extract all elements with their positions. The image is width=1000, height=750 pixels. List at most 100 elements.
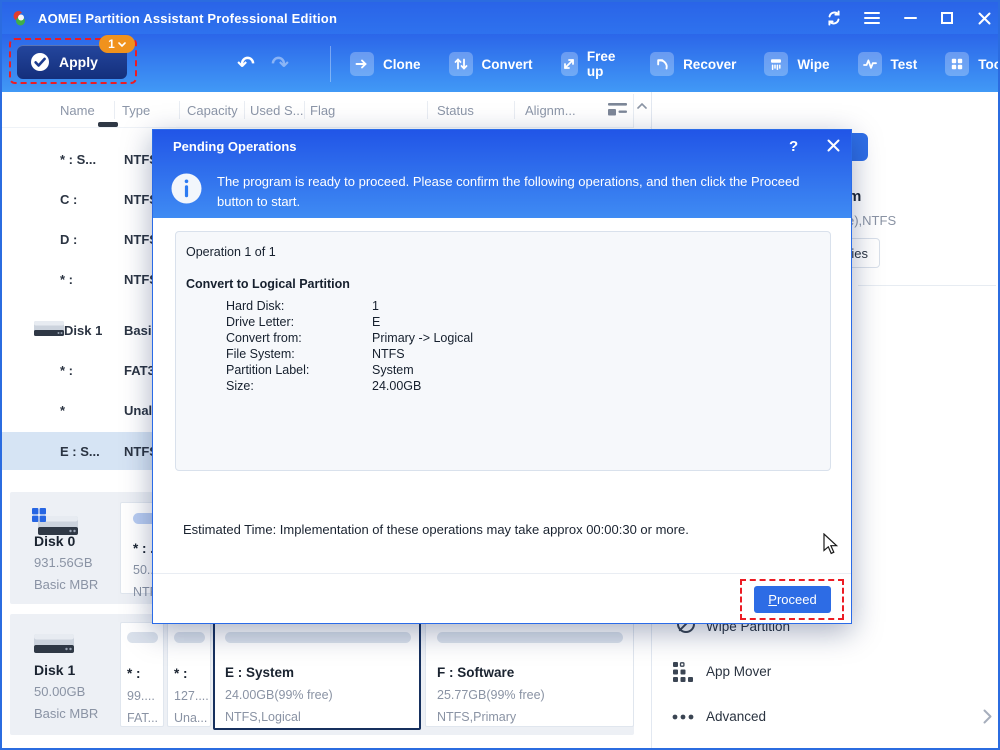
title-bar: AOMEI Partition Assistant Professional E…	[2, 2, 998, 34]
partition-name: * : .	[133, 541, 155, 556]
dialog-title: Pending Operations	[173, 139, 297, 154]
table-header: Name Type Capacity Used S... Flag Status…	[2, 92, 651, 128]
partition-block[interactable]: F : Software 25.77GB(99% free) NTFS,Prim…	[425, 622, 634, 727]
test-button[interactable]: Test	[857, 52, 918, 76]
menu-icon[interactable]	[859, 7, 885, 29]
field-value: NTFS	[372, 347, 405, 361]
row-name: * :	[60, 363, 73, 378]
partition-block[interactable]: * : 127.... Una...	[167, 622, 211, 727]
check-icon	[31, 53, 49, 71]
proceed-label-rest: roceed	[776, 592, 817, 607]
recover-icon	[650, 52, 675, 76]
test-icon	[857, 52, 882, 76]
apply-badge[interactable]: 1	[99, 35, 135, 53]
clone-button[interactable]: Clone	[350, 52, 421, 76]
tools-button[interactable]: Tools	[945, 52, 998, 76]
column-capacity[interactable]: Capacity	[187, 103, 238, 118]
disk-name: Disk 1	[34, 662, 76, 678]
partition-size: 99....	[127, 689, 155, 703]
refresh-icon[interactable]	[821, 7, 847, 29]
operations-box: Operation 1 of 1 Convert to Logical Part…	[175, 231, 831, 471]
estimated-time-text: Estimated Time: Implementation of these …	[183, 522, 689, 537]
field-value: Primary -> Logical	[372, 331, 474, 345]
partition-name: F : Software	[437, 665, 515, 680]
dialog-close-icon[interactable]	[827, 139, 840, 152]
field-label: Hard Disk:	[226, 299, 285, 313]
toolbar: Apply 1 ↶ ↷ Clone Convert Free up Recove…	[2, 34, 998, 92]
row-name: D :	[60, 232, 78, 247]
field-value: 24.00GB	[372, 379, 422, 393]
partition-name: * :	[127, 666, 141, 681]
minimize-button[interactable]	[897, 7, 923, 29]
window-title: AOMEI Partition Assistant Professional E…	[38, 11, 338, 26]
column-name[interactable]: Name	[60, 103, 95, 118]
close-button[interactable]	[971, 7, 997, 29]
field-value: 1	[372, 299, 379, 313]
field-value: System	[372, 363, 414, 377]
partition-fs: NTFS,Primary	[437, 710, 517, 724]
dialog-header: Pending Operations ? The program is read…	[153, 130, 851, 218]
field-value: E	[372, 315, 381, 329]
proceed-button[interactable]: Proceed	[754, 586, 831, 613]
sidebar-section-divider	[858, 285, 996, 286]
field-label: Partition Label:	[226, 363, 310, 377]
column-status[interactable]: Status	[437, 103, 474, 118]
free-up-button[interactable]: Free up	[560, 49, 623, 79]
sidebar-item-label: Advanced	[706, 709, 767, 724]
redo-button[interactable]: ↷	[266, 49, 294, 79]
disk-type: Basic MBR	[34, 706, 99, 721]
disk-name: Disk 0	[34, 533, 76, 549]
convert-button[interactable]: Convert	[448, 52, 533, 76]
wipe-button[interactable]: Wipe	[764, 52, 830, 76]
recover-label: Recover	[683, 56, 737, 72]
disk-icon-fragment	[98, 122, 118, 127]
convert-icon	[448, 52, 473, 76]
partition-name: E : System	[225, 665, 295, 680]
dialog-footer-divider	[153, 573, 851, 574]
partition-size: 24.00GB(99% free)	[225, 688, 333, 702]
row-name: C :	[60, 192, 78, 207]
app-logo-icon	[12, 9, 30, 27]
row-type: Basi	[124, 323, 152, 338]
column-settings-icon[interactable]	[608, 103, 628, 118]
scrollbar-up[interactable]	[633, 94, 650, 128]
column-used[interactable]: Used S...	[250, 103, 303, 118]
partition-size: 25.77GB(99% free)	[437, 688, 545, 702]
pending-operations-dialog: Pending Operations ? The program is read…	[152, 129, 852, 624]
column-flag[interactable]: Flag	[310, 103, 335, 118]
apply-label: Apply	[59, 54, 98, 70]
sidebar-partition-info-fragment: e),NTFS	[847, 213, 897, 228]
partition-block-selected[interactable]: E : System 24.00GB(99% free) NTFS,Logica…	[213, 619, 421, 730]
mouse-cursor	[823, 533, 839, 555]
info-icon	[171, 173, 202, 204]
column-type[interactable]: Type	[122, 103, 150, 118]
free-up-label: Free up	[586, 49, 616, 79]
row-name: E : S...	[60, 444, 100, 459]
field-label: Convert from:	[226, 331, 302, 345]
partition-size: 50..	[133, 563, 154, 577]
free-up-icon	[560, 52, 578, 76]
chevron-down-icon	[118, 41, 126, 47]
sidebar-item-label: App Mover	[706, 664, 772, 679]
partition-name: * :	[174, 666, 188, 681]
wipe-icon	[764, 52, 789, 76]
row-name: *	[60, 403, 66, 418]
partition-block[interactable]: * : 99.... FAT...	[120, 622, 164, 727]
partition-size: 127....	[174, 689, 208, 703]
row-name: Disk 1	[64, 323, 103, 338]
properties-button-label: ies	[851, 245, 868, 261]
help-icon[interactable]: ?	[789, 138, 798, 155]
undo-button[interactable]: ↶	[232, 49, 260, 79]
proceed-label-initial: P	[768, 592, 777, 607]
test-label: Test	[890, 56, 918, 72]
convert-label: Convert	[481, 56, 533, 72]
dialog-message-line1: The program is ready to proceed. Please …	[217, 174, 800, 189]
column-alignment[interactable]: Alignm...	[525, 103, 576, 118]
row-name: * :	[60, 272, 73, 287]
row-type: FAT3	[124, 363, 155, 378]
disk-capacity: 931.56GB	[34, 555, 93, 570]
recover-button[interactable]: Recover	[650, 52, 736, 76]
disk-icon	[32, 317, 66, 339]
maximize-button[interactable]	[934, 7, 960, 29]
partition-fs: FAT...	[127, 711, 159, 725]
